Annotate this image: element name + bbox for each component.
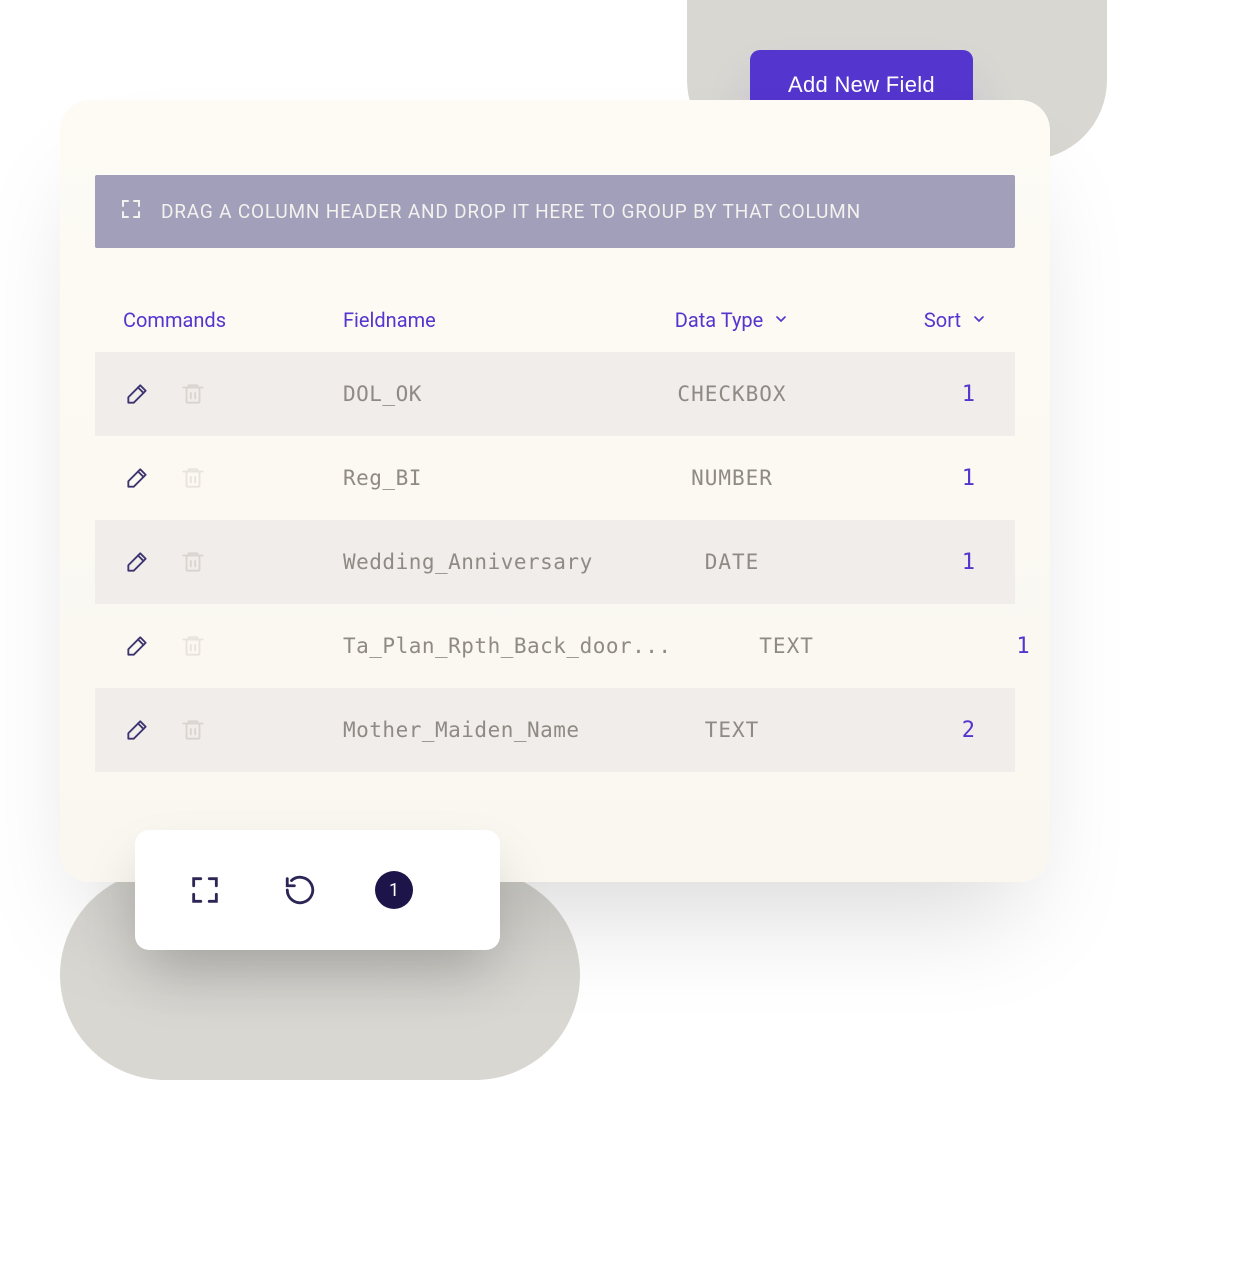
col-sort[interactable]: Sort — [847, 308, 987, 332]
datatype-cell: DATE — [617, 550, 847, 574]
trash-icon[interactable] — [179, 380, 207, 408]
edit-icon[interactable] — [123, 632, 151, 660]
chevron-down-icon — [773, 308, 789, 332]
table-row: Wedding_Anniversary DATE 1 — [95, 520, 1015, 604]
chevron-down-icon — [971, 308, 987, 332]
table-header: Commands Fieldname Data Type Sort — [95, 288, 1015, 352]
datatype-cell: NUMBER — [617, 466, 847, 490]
datatype-cell: TEXT — [617, 718, 847, 742]
sort-cell: 1 — [847, 466, 987, 491]
expand-icon — [119, 197, 143, 226]
edit-icon[interactable] — [123, 464, 151, 492]
trash-icon[interactable] — [179, 632, 207, 660]
edit-icon[interactable] — [123, 716, 151, 744]
sort-cell: 1 — [847, 382, 987, 407]
group-by-text: DRAG A COLUMN HEADER AND DROP IT HERE TO… — [161, 200, 861, 223]
expand-icon[interactable] — [185, 870, 225, 910]
fieldname-cell: Wedding_Anniversary — [343, 550, 617, 574]
trash-icon[interactable] — [179, 464, 207, 492]
fieldname-cell: Mother_Maiden_Name — [343, 718, 617, 742]
trash-icon[interactable] — [179, 716, 207, 744]
fieldname-cell: Ta_Plan_Rpth_Back_door... — [343, 634, 672, 658]
pagination-toolbar: 1 — [135, 830, 500, 950]
page-number-badge[interactable]: 1 — [375, 871, 413, 909]
trash-icon[interactable] — [179, 548, 207, 576]
fieldname-cell: DOL_OK — [343, 382, 617, 406]
table-row: Ta_Plan_Rpth_Back_door... TEXT 1 — [95, 604, 1015, 688]
edit-icon[interactable] — [123, 548, 151, 576]
fieldname-cell: Reg_BI — [343, 466, 617, 490]
table-row: DOL_OK CHECKBOX 1 — [95, 352, 1015, 436]
col-datatype[interactable]: Data Type — [617, 308, 847, 332]
sort-cell: 1 — [847, 550, 987, 575]
fields-card: DRAG A COLUMN HEADER AND DROP IT HERE TO… — [60, 100, 1050, 882]
fields-table: Commands Fieldname Data Type Sort — [95, 288, 1015, 772]
refresh-icon[interactable] — [280, 870, 320, 910]
table-row: Mother_Maiden_Name TEXT 2 — [95, 688, 1015, 772]
datatype-cell: CHECKBOX — [617, 382, 847, 406]
datatype-cell: TEXT — [672, 634, 902, 658]
col-fieldname[interactable]: Fieldname — [343, 308, 617, 332]
group-by-dropzone[interactable]: DRAG A COLUMN HEADER AND DROP IT HERE TO… — [95, 175, 1015, 248]
col-commands[interactable]: Commands — [123, 308, 343, 332]
edit-icon[interactable] — [123, 380, 151, 408]
sort-cell: 2 — [847, 718, 987, 743]
sort-cell: 1 — [902, 634, 1042, 659]
table-row: Reg_BI NUMBER 1 — [95, 436, 1015, 520]
